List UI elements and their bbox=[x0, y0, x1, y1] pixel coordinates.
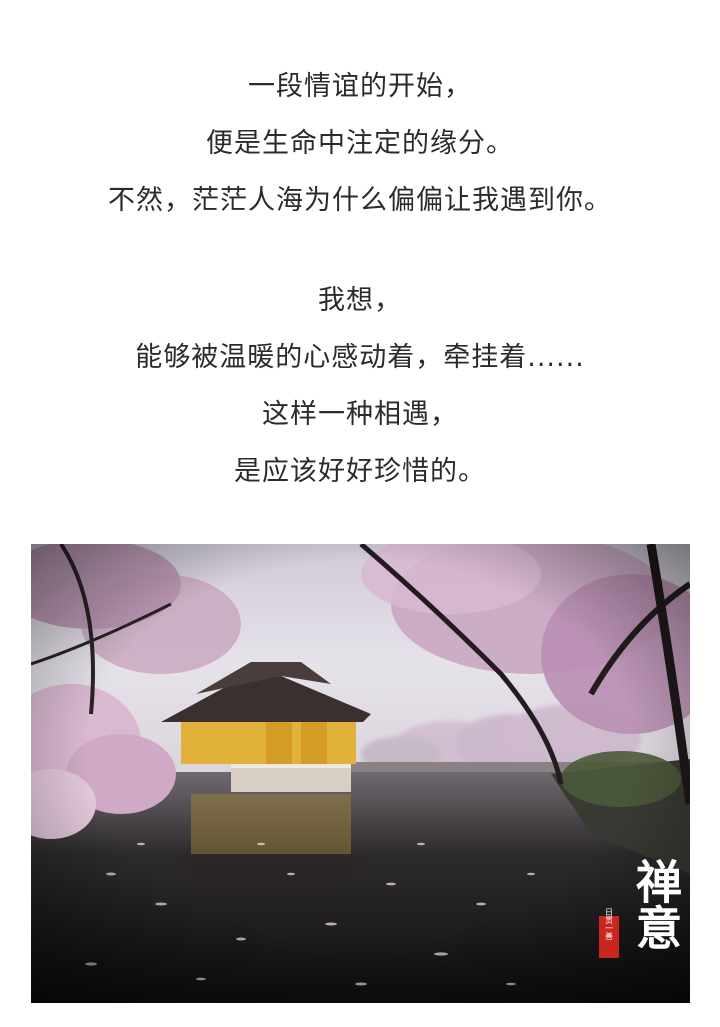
poem-line: 能够被温暖的心感动着，牵挂着...... bbox=[135, 342, 585, 373]
seal-text: 日贯一善 bbox=[605, 908, 614, 941]
poem-line: 是应该好好珍惜的。 bbox=[234, 456, 486, 487]
poem-line: 这样一种相遇， bbox=[262, 399, 458, 430]
poem-stanza-2: 我想， 能够被温暖的心感动着，牵挂着...... 这样一种相遇， 是应该好好珍惜… bbox=[0, 272, 720, 500]
poem-line: 我想， bbox=[318, 285, 402, 316]
poem-line: 一段情谊的开始， bbox=[248, 71, 472, 102]
temple-pond-photo: 日贯一善 禅意 bbox=[31, 544, 690, 1003]
calligraphy-watermark: 禅意 bbox=[629, 858, 683, 950]
poem-line: 便是生命中注定的缘分。 bbox=[206, 128, 514, 159]
poem-stanza-1: 一段情谊的开始， 便是生命中注定的缘分。 不然，茫茫人海为什么偏偏让我遇到你。 bbox=[0, 58, 720, 229]
poem-line: 不然，茫茫人海为什么偏偏让我遇到你。 bbox=[108, 185, 612, 216]
